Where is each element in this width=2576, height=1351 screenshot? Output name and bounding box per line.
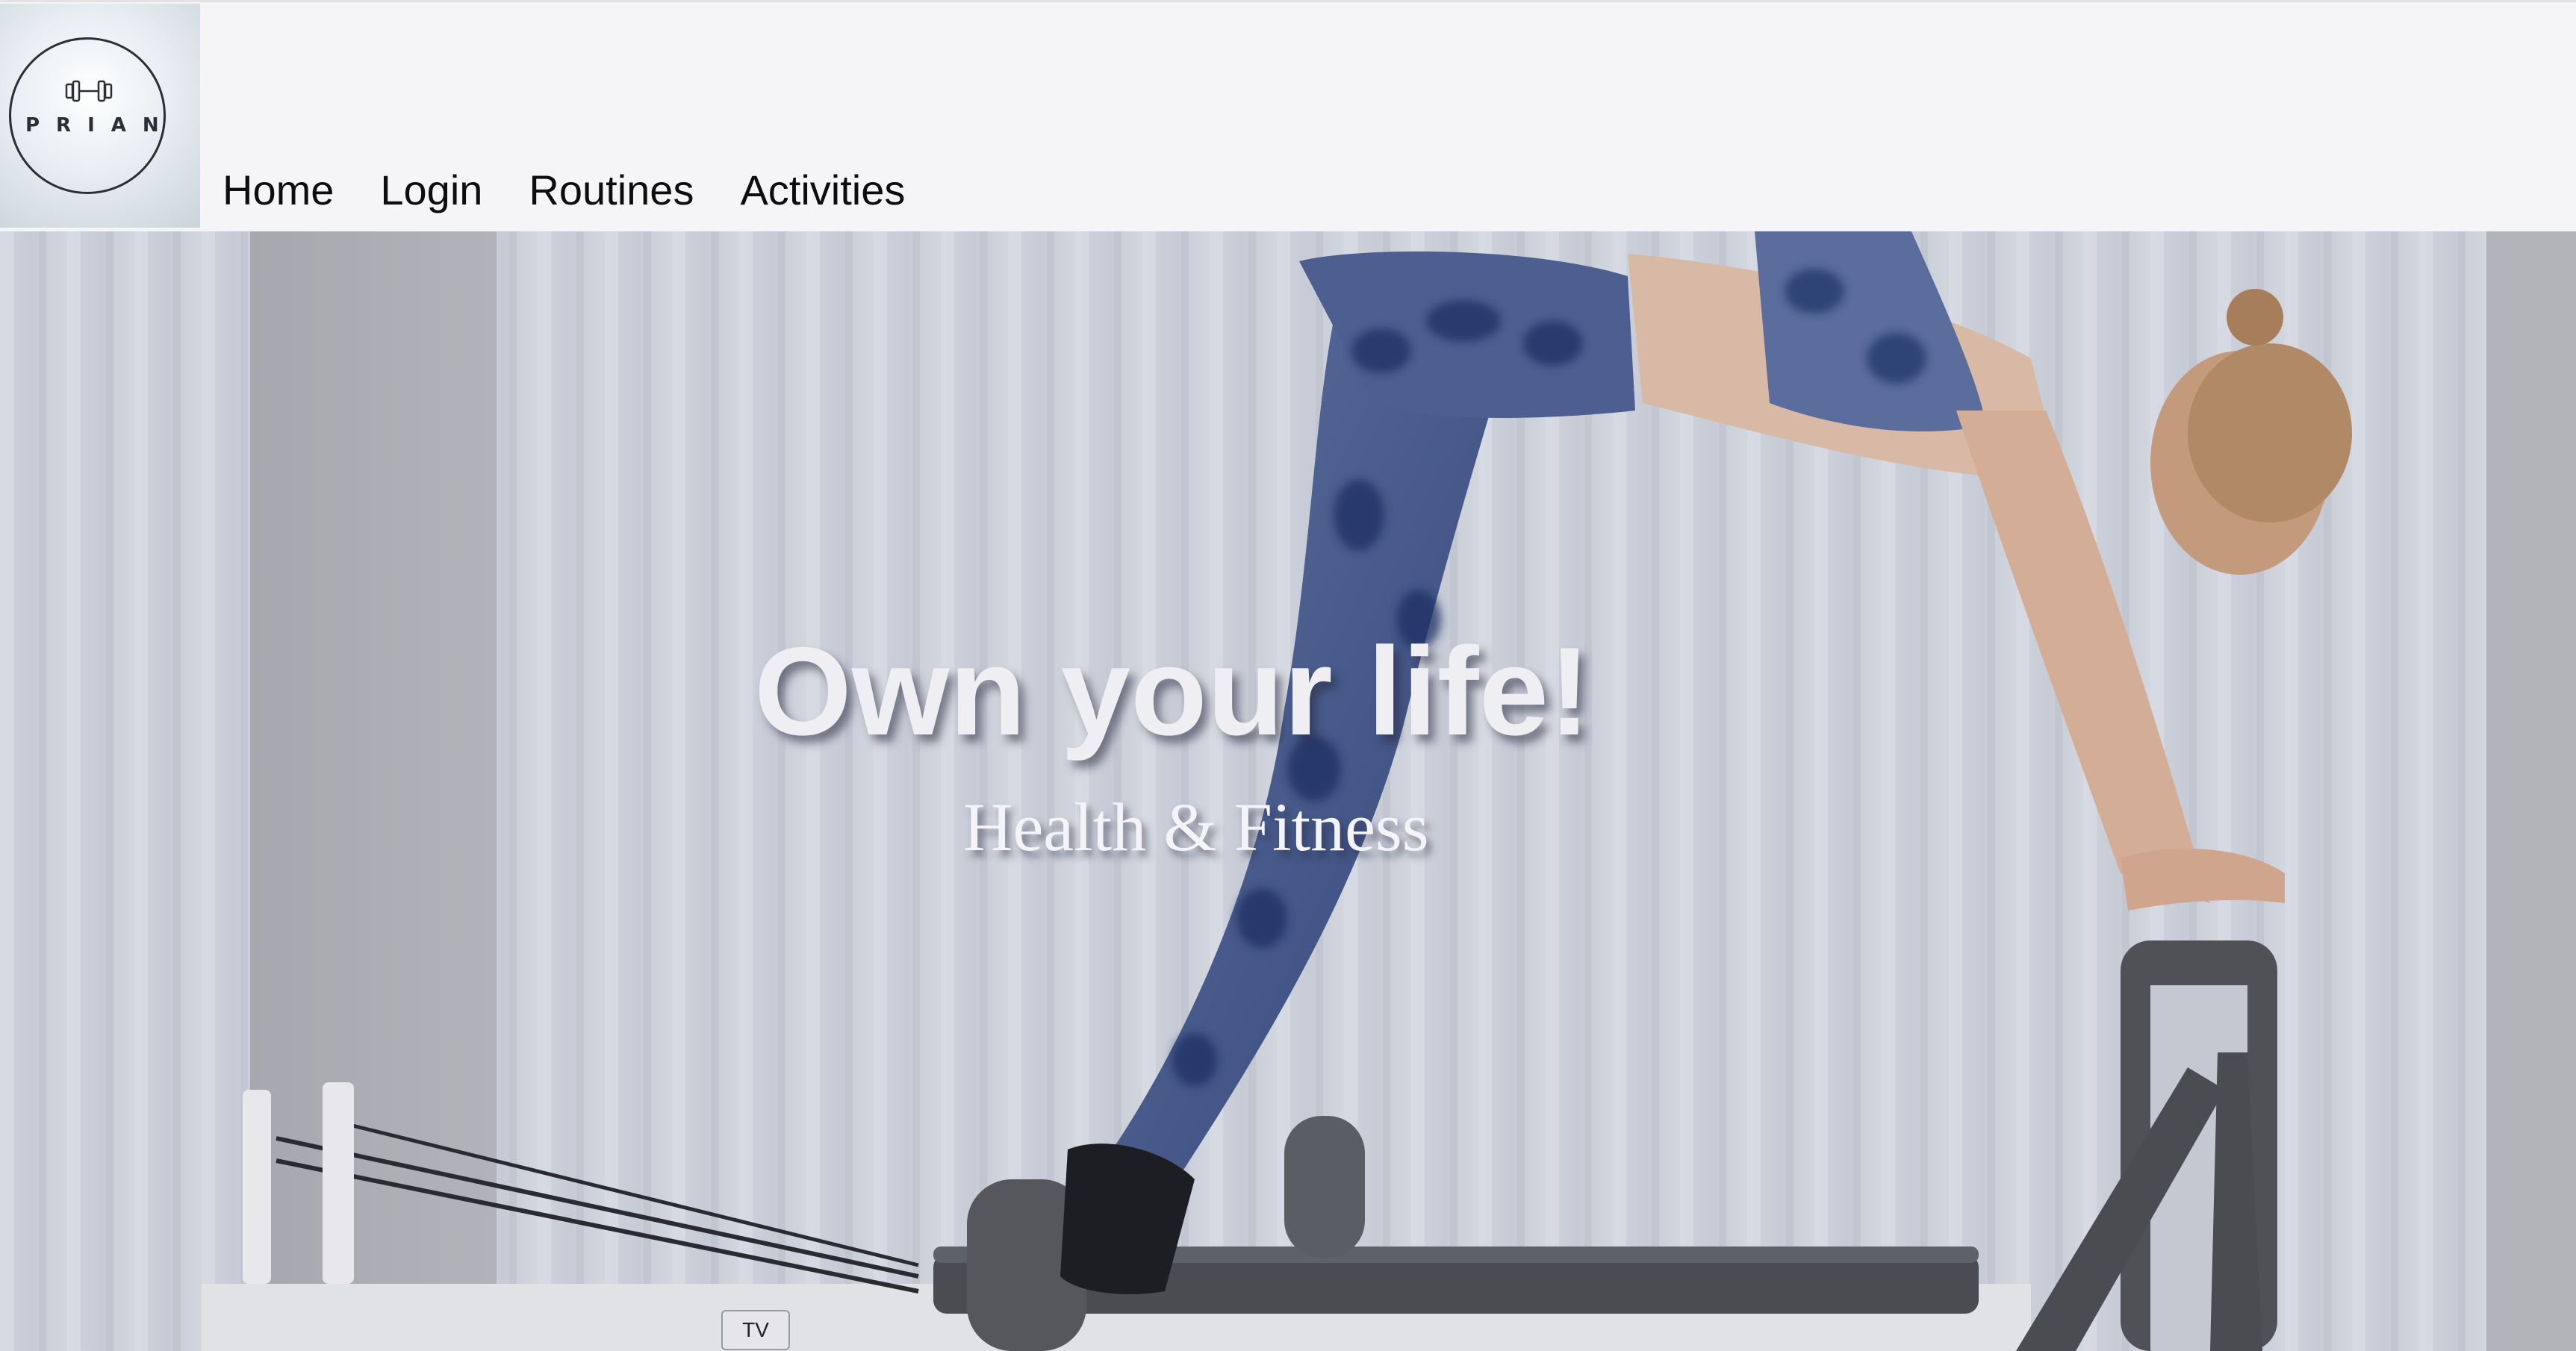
dumbbell-icon	[65, 80, 113, 102]
nav-activities-link[interactable]: Activities	[740, 160, 905, 220]
logo-text: PRIAN	[25, 114, 175, 137]
page: PRIAN Home Login Routines Activities Own…	[0, 0, 2576, 1351]
nav-home-link[interactable]: Home	[223, 160, 334, 220]
main-nav: Home Login Routines Activities	[223, 160, 951, 220]
nav-routines-link[interactable]: Routines	[529, 160, 694, 220]
site-header: PRIAN Home Login Routines Activities	[0, 0, 2576, 231]
tv-button[interactable]: TV	[721, 1310, 790, 1350]
hero-banner: Own your life! Health & Fitness	[0, 231, 2576, 1351]
hero-subtitle: Health & Fitness	[963, 789, 1429, 865]
brand-logo[interactable]: PRIAN	[0, 4, 200, 228]
nav-login-link[interactable]: Login	[380, 160, 482, 220]
hero-title: Own your life!	[754, 621, 1591, 761]
